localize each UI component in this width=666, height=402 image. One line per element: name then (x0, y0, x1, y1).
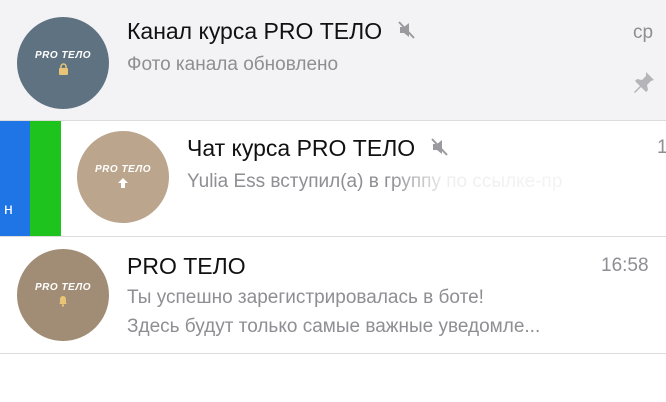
swipe-action-blue[interactable]: н (0, 121, 30, 236)
chat-title: Чат курса PRO ТЕЛО (187, 135, 450, 163)
swipe-action-label: н (4, 201, 13, 218)
chat-time: 16:58 (601, 255, 649, 276)
chat-subtitle-line1: Ты успешно зарегистрировалась в боте! (127, 287, 484, 308)
lock-icon (58, 62, 69, 77)
chat-title: Канал курса PRO ТЕЛО (127, 18, 417, 46)
chat-time: ср (633, 22, 654, 43)
chat-title: PRO ТЕЛО (127, 253, 246, 279)
chat-row-bot[interactable]: PRO ТЕЛО PRO ТЕЛО 16:58 Ты успешно зарег… (0, 237, 666, 353)
chat-title-text: Чат курса PRO ТЕЛО (187, 135, 416, 161)
swipe-action-green[interactable] (30, 121, 61, 236)
chat-time: 1 (657, 137, 666, 158)
divider (0, 353, 666, 354)
arrow-icon (117, 177, 129, 191)
avatar-text: PRO ТЕЛО (35, 281, 91, 293)
mute-icon (430, 136, 450, 163)
avatar: PRO ТЕЛО (77, 131, 169, 223)
blur-overlay (390, 168, 666, 194)
chat-row-group[interactable]: н PRO ТЕЛО Чат курса PRO ТЕЛО Yulia Ess … (0, 121, 666, 236)
chat-row-channel[interactable]: PRO ТЕЛО Канал курса PRO ТЕЛО Фото канал… (0, 0, 666, 120)
avatar: PRO ТЕЛО (17, 249, 109, 341)
mute-icon (397, 19, 417, 46)
chat-subtitle: Фото канала обновлено (127, 54, 339, 75)
avatar-text: PRO ТЕЛО (95, 163, 151, 175)
chat-subtitle-line2: Здесь будут только самые важные уведомле… (127, 316, 541, 337)
chat-title-text: Канал курса PRO ТЕЛО (127, 18, 383, 44)
avatar-text: PRO ТЕЛО (35, 49, 91, 61)
avatar: PRO ТЕЛО (17, 17, 109, 109)
pin-icon (632, 70, 656, 99)
bell-icon (57, 295, 69, 309)
